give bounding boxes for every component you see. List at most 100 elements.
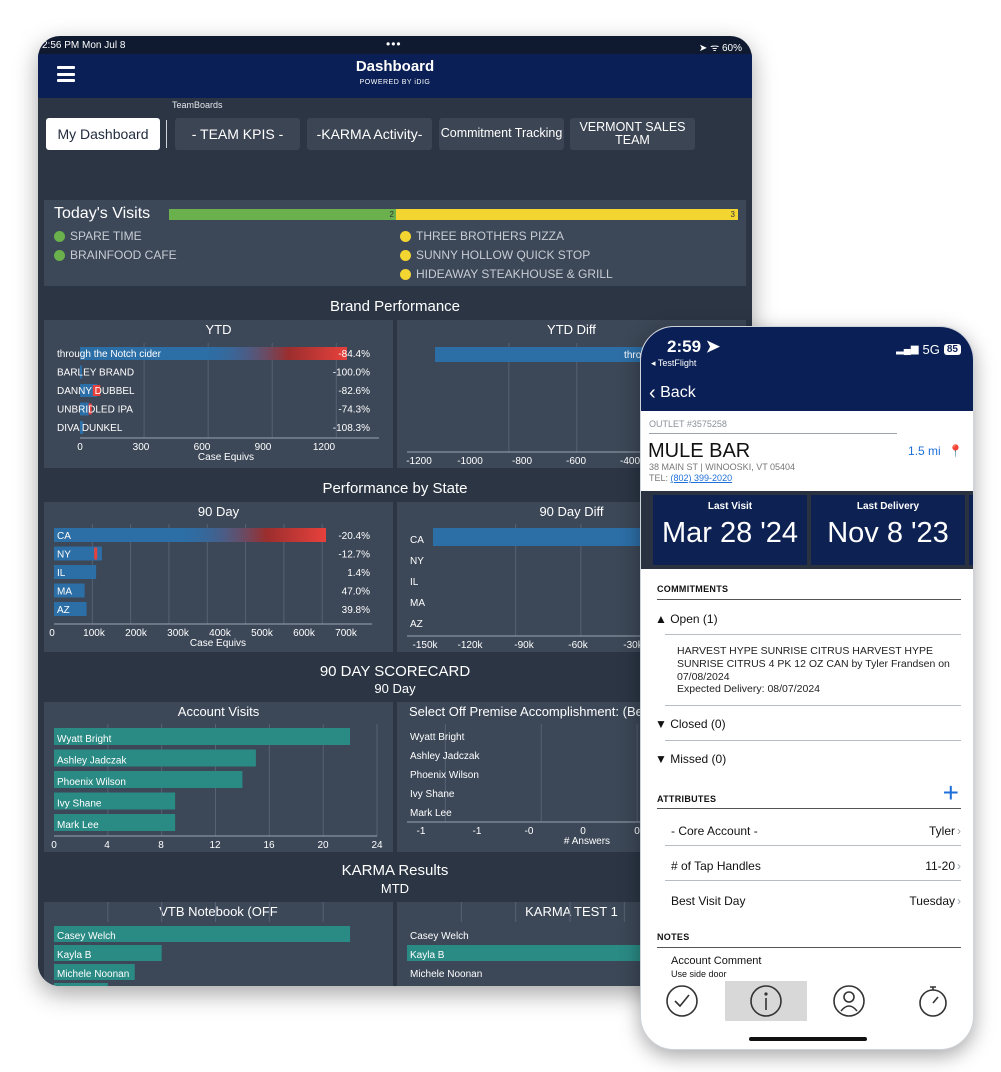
tick-label: -1 <box>473 826 482 837</box>
outlet-address: 38 MAIN ST | WINOOSKI, VT 05404 <box>649 462 796 472</box>
tick-label: 300k <box>167 628 190 639</box>
iphone-outlet-detail: 2:59 ➤ ◂ TestFlight ▂▄▆ 5G 85 ‹ Back OUT… <box>640 326 974 1050</box>
outlet-id: OUTLET #3575258 <box>649 419 727 429</box>
stopwatch-icon[interactable] <box>916 984 950 1018</box>
commitment-item[interactable]: HARVEST HYPE SUNRISE CITRUS HARVEST HYPE… <box>677 645 967 696</box>
next-card-peek <box>969 495 973 565</box>
category-label: NY <box>410 556 424 567</box>
person-circle-icon[interactable] <box>832 984 866 1018</box>
tick-label: -150k <box>412 640 438 651</box>
last-delivery-card: Last Delivery Nov 8 '23 <box>811 495 965 565</box>
category-label: Ashley Jadczak <box>410 751 480 762</box>
visit-item[interactable]: BRAINFOOD CAFE <box>54 248 177 262</box>
category-label: IL <box>57 568 66 579</box>
todays-visits-title: Today's Visits <box>54 205 151 222</box>
tick-label: -1200 <box>406 456 432 467</box>
brand-performance-title: Brand Performance <box>329 298 461 315</box>
tick-label: 300 <box>133 442 150 453</box>
pending-count-bar: 3 <box>396 209 738 220</box>
check-circle-icon[interactable] <box>665 984 699 1018</box>
tab-commitment-tracking[interactable]: Commitment Tracking <box>439 118 564 150</box>
category-label: Mark Lee <box>410 808 452 819</box>
data-label: -84.4% <box>338 349 370 360</box>
chevron-right-icon: › <box>957 859 961 873</box>
tick-label: -1 <box>417 826 426 837</box>
tick-label: 16 <box>263 840 275 851</box>
tick-label: 24 <box>371 840 383 851</box>
outlet-distance-link[interactable]: 1.5 mi 📍 <box>908 444 963 458</box>
data-label: -20.4% <box>338 531 370 542</box>
visit-item[interactable]: SPARE TIME <box>54 229 142 243</box>
back-button[interactable]: ‹ Back <box>649 382 696 405</box>
category-label: Wyatt Bright <box>57 734 112 745</box>
visit-item[interactable]: SUNNY HOLLOW QUICK STOP <box>400 248 590 262</box>
tab-my-dashboard[interactable]: My Dashboard <box>46 118 160 150</box>
tab-karma-activity[interactable]: -KARMA Activity- <box>307 118 432 150</box>
notes-heading: NOTES <box>657 932 690 942</box>
phone-status-indicators: ▂▄▆ 5G 85 <box>896 342 961 357</box>
visit-item[interactable]: HIDEAWAY STEAKHOUSE & GRILL <box>400 267 613 281</box>
category-label: Ashley Jadczak <box>57 756 127 767</box>
tick-label: 500k <box>251 628 274 639</box>
attributes-heading: ATTRIBUTES <box>657 794 717 804</box>
category-label: Ivy Shane <box>57 799 102 810</box>
chevron-right-icon: › <box>957 824 961 838</box>
phone-status-time: 2:59 ➤ <box>667 337 720 356</box>
multitask-dots[interactable]: ••• <box>386 37 402 51</box>
tick-label: -90k <box>514 640 534 651</box>
data-label: -108.3% <box>333 423 370 434</box>
battery-icon: 85 <box>943 344 961 355</box>
tick-label: 200k <box>125 628 148 639</box>
note-title: Account Comment <box>671 955 762 967</box>
chevron-left-icon: ‹ <box>649 382 656 404</box>
network-type: 5G <box>922 342 940 357</box>
tab-divider <box>166 120 167 148</box>
page-title: Dashboard <box>355 58 435 75</box>
visit-item[interactable]: THREE BROTHERS PIZZA <box>400 229 564 243</box>
attribute-row-best-visit-day[interactable]: Best Visit Day Tuesday › <box>671 894 961 908</box>
bar <box>407 945 679 961</box>
dashboard-header: Dashboard POWERED BY iDIG <box>38 54 752 98</box>
missed-commitments-toggle[interactable]: ▼ Missed (0) <box>655 752 726 766</box>
home-indicator <box>749 1037 867 1041</box>
category-label: Phoenix Wilson <box>410 770 479 781</box>
divider <box>665 705 961 706</box>
info-circle-icon[interactable] <box>749 984 783 1018</box>
tick-label: 600k <box>293 628 316 639</box>
last-visit-card: Last Visit Mar 28 '24 <box>653 495 807 565</box>
bar-highlight <box>200 347 347 360</box>
category-label: IL <box>410 577 419 588</box>
attribute-row-core-account[interactable]: - Core Account - Tyler › <box>671 824 961 838</box>
divider <box>657 599 961 600</box>
phone-link[interactable]: (802) 399-2020 <box>671 473 733 483</box>
note-text: Use side door <box>671 969 727 979</box>
vtb-notebook-chart-panel: VTB Notebook (OFF Casey Welch Kayla B Mich… <box>44 902 393 986</box>
closed-commitments-toggle[interactable]: ▼ Closed (0) <box>655 717 726 731</box>
category-label: through the Notch cider <box>57 349 162 360</box>
open-commitments-toggle[interactable]: ▲ Open (1) <box>655 612 718 626</box>
attribute-row-tap-handles[interactable]: # of Tap Handles 11-20 › <box>671 859 961 873</box>
tab-vermont-sales-team[interactable]: VERMONT SALES TEAM <box>570 118 695 150</box>
category-label: DANNY DUBBEL <box>57 386 135 397</box>
todays-visits-panel: Today's Visits 2 3 SPARE TIME BRAINFOOD … <box>44 200 746 286</box>
testflight-back-link[interactable]: ◂ TestFlight <box>651 358 696 369</box>
tick-label: 12 <box>209 840 221 851</box>
last-delivery-label: Last Delivery <box>856 501 920 512</box>
divider <box>657 947 961 948</box>
category-label: Ivy Shane <box>410 789 455 800</box>
category-label: MA <box>410 598 425 609</box>
category-label: Casey Welch <box>410 931 469 942</box>
tick-label: 0 <box>77 442 83 453</box>
ipad-status-bar: 2:56 PM Mon Jul 8 ••• ➤ ᯤ 60% <box>38 36 752 54</box>
axis-label: # Answers <box>564 836 610 847</box>
add-attribute-icon[interactable]: + <box>943 779 959 807</box>
category-label: CA <box>57 531 71 542</box>
data-label: 39.8% <box>342 605 370 616</box>
tick-label: -1000 <box>457 456 483 467</box>
visit-dates-strip: Last Visit Mar 28 '24 Last Delivery Nov … <box>641 491 973 569</box>
tab-team-kpis[interactable]: - TEAM KPIS - <box>175 118 300 150</box>
data-label: -100.0% <box>333 368 370 379</box>
axis-label: Case Equivs <box>190 638 246 649</box>
divider <box>657 808 961 809</box>
tick-label: 4 <box>104 840 110 851</box>
